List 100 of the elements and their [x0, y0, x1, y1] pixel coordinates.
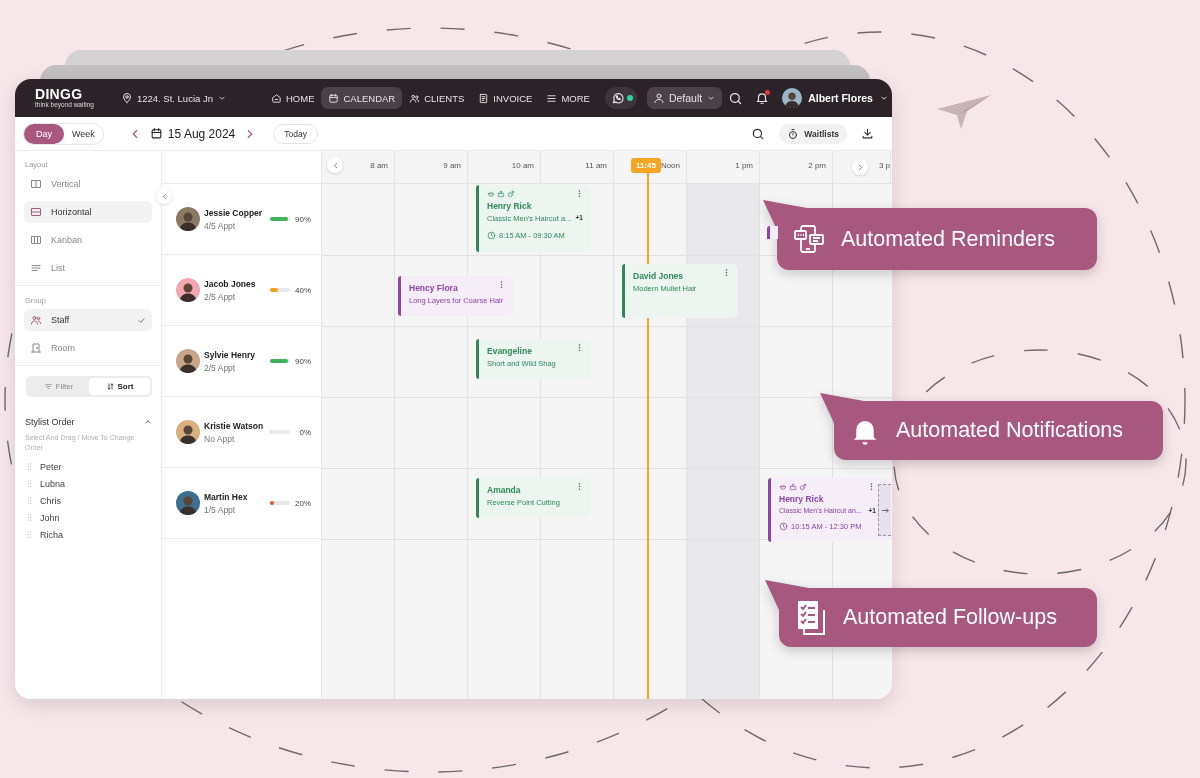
menu-icon [546, 92, 558, 104]
drag-handle[interactable] [878, 484, 891, 536]
kanban-icon [30, 234, 42, 246]
segment-tab[interactable]: Sort [89, 378, 150, 395]
location-pin-icon [120, 92, 133, 104]
people-icon [409, 92, 421, 104]
nav-tab[interactable]: HOME [263, 87, 322, 109]
bell-icon [755, 91, 770, 105]
brand-name: DINGG [35, 87, 84, 101]
stylist-name: Lubna [40, 478, 66, 489]
sidebar-item[interactable]: Horizontal [24, 201, 152, 223]
appointment-count: 2/5 Appt [204, 291, 236, 302]
view-dropdown[interactable]: Default [646, 87, 723, 109]
sidebar-item[interactable]: Vertical [24, 173, 152, 195]
sort-icon [105, 382, 115, 391]
drag-grip-icon [25, 462, 34, 471]
sidebar-item[interactable]: Kanban [24, 229, 152, 251]
calendar-icon [149, 127, 163, 140]
drag-grip-icon [25, 496, 34, 505]
avatar-icon [176, 278, 200, 302]
appointment-count: No Appt [204, 433, 235, 444]
box-icon [789, 483, 797, 491]
hour-label: Noon [660, 161, 680, 170]
male-symbol-icon [799, 483, 807, 491]
stopwatch-icon [787, 127, 800, 140]
check-icon [137, 315, 146, 325]
stylist-name: Peter [40, 461, 62, 472]
view-tab[interactable]: Day [24, 123, 64, 144]
hour-label: 9 am [443, 161, 461, 170]
appointment-count: 1/5 Appt [204, 504, 236, 515]
nav-tab[interactable]: CLIENTS [402, 87, 472, 109]
download-icon [861, 127, 874, 140]
avatar-icon [176, 207, 200, 231]
appointment-count: 4/5 Appt [204, 220, 236, 231]
client-name: Amanda [487, 485, 522, 495]
person-icon [652, 92, 665, 104]
percentage: 0% [298, 427, 311, 437]
avatar-icon [176, 349, 200, 373]
progress-bar [270, 359, 290, 363]
sidebar-item[interactable]: Room [24, 337, 152, 359]
appointment-count: 2/5 Appt [204, 362, 236, 373]
staff-name: Martin Hex [204, 491, 248, 502]
user-menu[interactable]: Albert Flores [775, 87, 892, 109]
client-name: Evangeline [487, 346, 533, 356]
filter-icon [43, 382, 53, 391]
nav-tab[interactable]: CALENDAR [321, 87, 403, 109]
clock-icon [487, 231, 496, 240]
nav-tab[interactable]: MORE [539, 87, 597, 109]
box-icon [497, 190, 505, 198]
stylist-order-header[interactable]: Stylist Order [25, 417, 153, 427]
staff-name: Jacob Jones [204, 278, 256, 289]
stylist-name: John [40, 512, 60, 523]
sidebar-item[interactable]: Staff [24, 309, 152, 331]
location-selector[interactable]: 1224. St. Lucia Jn [113, 87, 234, 109]
stylist-name: Richa [40, 529, 63, 540]
avatar-icon [782, 88, 803, 108]
date-picker[interactable]: 15 Aug 2024 [145, 123, 240, 144]
arrow-right-icon [880, 505, 890, 515]
sidebar-item[interactable]: List [24, 257, 152, 279]
percentage: 90% [294, 214, 311, 224]
people-icon [30, 314, 42, 326]
hour-label: 8 am [370, 161, 388, 170]
hour-label: 3 p [878, 161, 890, 170]
staff-name: Kristie Watson [204, 420, 264, 431]
rows-icon [30, 206, 42, 218]
client-name: David Jones [633, 271, 685, 281]
nav-tab[interactable]: INVOICE [471, 87, 540, 109]
callout-text: Automated Notifications [896, 418, 1124, 443]
list-icon [30, 262, 42, 274]
client-name: Henry Rick [487, 201, 533, 211]
percentage: 90% [294, 356, 311, 366]
percentage: 20% [294, 498, 311, 508]
document-icon [478, 92, 490, 104]
search-icon [751, 126, 766, 141]
phone-chat-icon [793, 223, 825, 255]
view-tab[interactable]: Week [64, 123, 103, 144]
drag-grip-icon [25, 530, 34, 539]
clock-icon [779, 522, 788, 531]
checklist-icon [795, 599, 827, 636]
whatsapp-button[interactable] [604, 87, 637, 109]
avatar-icon [176, 420, 200, 444]
client-name: Hency Flora [409, 283, 459, 293]
current-time-badge: 11:45 [631, 158, 662, 173]
search-icon [728, 90, 744, 106]
staff-name: Jessie Copper [204, 207, 263, 218]
hour-label: 1 pm [735, 161, 753, 170]
male-symbol-icon [507, 190, 515, 198]
waitlists-button[interactable]: Waitlists [779, 123, 847, 144]
door-icon [30, 342, 42, 354]
chat-bubble-icon [610, 91, 625, 105]
callout-text: Automated Follow-ups [843, 605, 1057, 630]
callout-text: Automated Reminders [841, 226, 1055, 252]
percentage: 40% [294, 285, 311, 295]
drag-grip-icon [25, 513, 34, 522]
hour-label: 10 am [511, 161, 534, 170]
home-icon [270, 92, 282, 104]
hour-label: 11 am [585, 161, 607, 170]
drag-grip-icon [25, 479, 34, 488]
stylist-name: Chris [40, 495, 61, 506]
appointment-card[interactable] [767, 226, 778, 239]
